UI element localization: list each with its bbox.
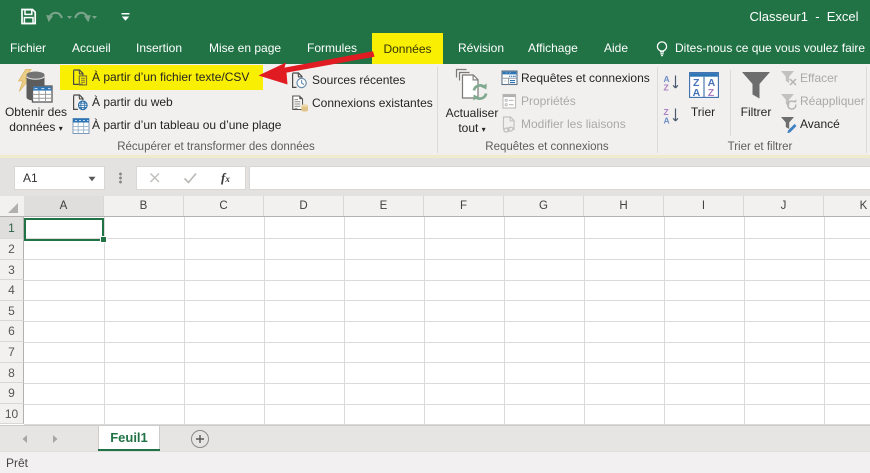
svg-text:Z: Z <box>664 83 669 93</box>
svg-text:A: A <box>664 116 670 126</box>
svg-text:Z: Z <box>708 87 715 98</box>
svg-text:A: A <box>693 87 701 98</box>
